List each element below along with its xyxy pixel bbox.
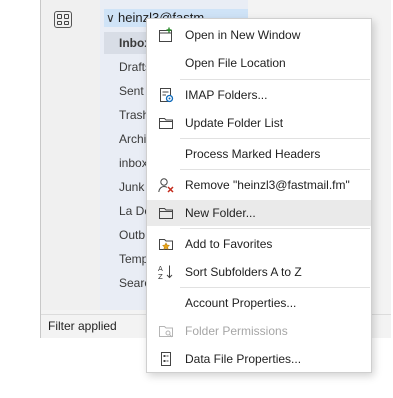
menu-item-new-folder[interactable]: New Folder... bbox=[147, 200, 371, 226]
menu-item-label: Account Properties... bbox=[185, 296, 297, 310]
menu-item-label: Open in New Window bbox=[185, 28, 301, 42]
app-rail bbox=[41, 0, 100, 310]
folder-item[interactable]: Outb bbox=[119, 224, 145, 246]
menu-item-open-in-new-window[interactable]: Open in New Window bbox=[147, 22, 371, 48]
chevron-down-icon[interactable]: ∨ bbox=[106, 9, 115, 27]
folder-item[interactable]: Archi bbox=[119, 128, 146, 150]
menu-item-label: Add to Favorites bbox=[185, 237, 273, 251]
folder-item[interactable]: Junk bbox=[119, 176, 144, 198]
folder-permissions-icon bbox=[158, 323, 174, 339]
menu-separator bbox=[180, 228, 370, 229]
new-window-icon bbox=[158, 27, 174, 43]
menu-item-add-to-favorites[interactable]: Add to Favorites bbox=[147, 231, 371, 257]
imap-folders-icon bbox=[158, 87, 174, 103]
menu-item-update-folder-list[interactable]: Update Folder List bbox=[147, 110, 371, 136]
new-folder-icon bbox=[158, 205, 174, 221]
menu-item-label: Sort Subfolders A to Z bbox=[185, 265, 302, 279]
data-file-properties-icon bbox=[158, 351, 174, 367]
folder-item[interactable]: Temp bbox=[119, 248, 148, 270]
favorites-icon bbox=[158, 236, 174, 252]
sort-az-icon: AZ bbox=[158, 264, 174, 280]
context-menu: Open in New Window Open File Location IM… bbox=[146, 18, 372, 373]
svg-text:Z: Z bbox=[158, 273, 163, 280]
apps-grid-icon[interactable] bbox=[54, 11, 72, 28]
folder-item[interactable]: Trash bbox=[119, 104, 149, 126]
menu-separator bbox=[180, 138, 370, 139]
menu-item-label: New Folder... bbox=[185, 206, 256, 220]
folder-item[interactable]: inbox bbox=[119, 152, 148, 174]
menu-item-remove-account[interactable]: Remove "heinzl3@fastmail.fm" bbox=[147, 172, 371, 198]
menu-item-data-file-properties[interactable]: Data File Properties... bbox=[147, 346, 371, 372]
status-text: Filter applied bbox=[48, 319, 117, 333]
menu-separator bbox=[180, 287, 370, 288]
menu-item-open-file-location[interactable]: Open File Location bbox=[147, 50, 371, 76]
folder-icon bbox=[158, 115, 174, 131]
menu-item-label: Open File Location bbox=[185, 56, 286, 70]
menu-separator bbox=[180, 79, 370, 80]
folder-item[interactable]: Sent bbox=[119, 80, 144, 102]
menu-item-label: Update Folder List bbox=[185, 116, 284, 130]
menu-separator bbox=[180, 169, 370, 170]
menu-item-label: Folder Permissions bbox=[185, 324, 288, 338]
menu-item-label: IMAP Folders... bbox=[185, 88, 268, 102]
menu-item-imap-folders[interactable]: IMAP Folders... bbox=[147, 82, 371, 108]
menu-item-folder-permissions: Folder Permissions bbox=[147, 318, 371, 344]
menu-item-label: Process Marked Headers bbox=[185, 147, 321, 161]
menu-item-label: Data File Properties... bbox=[185, 352, 302, 366]
menu-item-sort-subfolders[interactable]: AZ Sort Subfolders A to Z bbox=[147, 259, 371, 285]
svg-text:A: A bbox=[158, 265, 163, 273]
menu-item-process-marked-headers[interactable]: Process Marked Headers bbox=[147, 141, 371, 167]
menu-item-account-properties[interactable]: Account Properties... bbox=[147, 290, 371, 316]
menu-item-label: Remove "heinzl3@fastmail.fm" bbox=[185, 178, 350, 192]
remove-account-icon bbox=[158, 177, 174, 193]
